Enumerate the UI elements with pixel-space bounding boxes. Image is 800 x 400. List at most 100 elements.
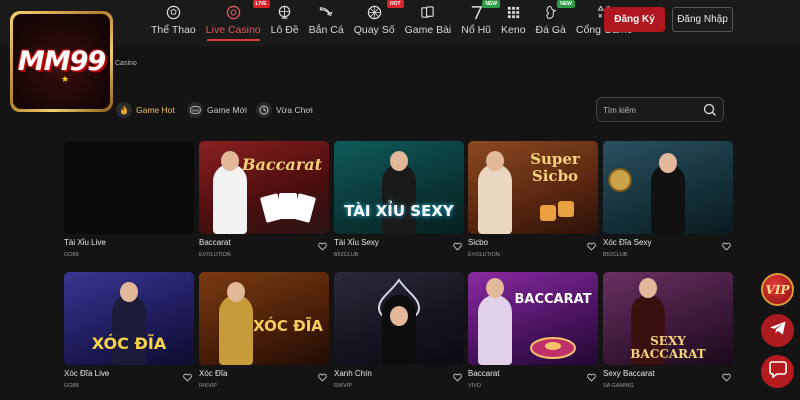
game-thumbnail[interactable]: BACCARAT: [468, 272, 598, 365]
dealer-head: [639, 278, 657, 298]
vip-label: VIP: [765, 282, 790, 297]
filter-label: Game Hot: [136, 105, 175, 115]
dealer-head: [120, 282, 138, 302]
dealer-figure: [651, 164, 685, 234]
nav-item-lo-de[interactable]: Lô Đề: [266, 0, 304, 46]
game-provider: GO88: [64, 252, 79, 258]
game-art-title: TÀI XỈU SEXY: [344, 202, 454, 220]
nav-label: Live Casino: [205, 24, 261, 36]
favorite-heart-icon[interactable]: [318, 369, 327, 382]
favorite-heart-icon[interactable]: [722, 238, 731, 251]
search-input[interactable]: [603, 102, 703, 118]
favorite-heart-icon[interactable]: [453, 369, 462, 382]
telegram-button[interactable]: [761, 314, 794, 347]
game-card[interactable]: Xóc Đĩa Sexy B52CLUB: [603, 141, 733, 258]
game-provider: RIKVIP: [199, 383, 218, 389]
game-card[interactable]: SEXY BACCARAT Sexy Baccarat SA GAMING: [603, 272, 733, 389]
game-name: Xóc Đĩa: [199, 369, 228, 378]
game-card[interactable]: TÀI XỈU SEXY Tài Xỉu Sexy B52CLUB: [334, 141, 464, 258]
casino-page: Thể Thao LIVE Live Casino Lô Đề Bắn Cá H…: [0, 0, 800, 400]
search-icon[interactable]: [703, 103, 717, 117]
breadcrumb[interactable]: Casino: [115, 60, 137, 67]
nav-item-no-hu[interactable]: NEW Nổ Hũ: [456, 0, 501, 46]
nav-label: Keno: [501, 24, 526, 36]
filter-game-moi[interactable]: new Game Mới: [183, 98, 255, 122]
game-provider: B52CLUB: [334, 252, 359, 258]
game-thumbnail[interactable]: TÀI XỈU SEXY: [334, 141, 464, 234]
game-provider: EVOLUTION: [199, 252, 231, 258]
game-card[interactable]: Xanh Chín RIKVIP: [334, 272, 464, 389]
nav-item-da-ga[interactable]: NEW Đá Gà: [531, 0, 575, 46]
nav-label: Đá Gà: [535, 24, 566, 36]
filter-game-hot[interactable]: Game Hot: [112, 98, 183, 122]
nav-label: Quay Số: [353, 24, 395, 36]
favorite-heart-icon[interactable]: [453, 238, 462, 251]
new-badge-icon: new: [187, 102, 203, 118]
dealer-head: [486, 151, 504, 171]
game-art-title: SEXY BACCARAT: [630, 334, 706, 361]
game-card[interactable]: Baccarat Baccarat EVOLUTION: [199, 141, 329, 258]
nav-label: Lô Đề: [270, 24, 299, 36]
lottery-wheel-icon: [277, 4, 293, 20]
telegram-icon: [769, 320, 787, 341]
game-art-title: Super Sicbo: [530, 150, 580, 185]
favorite-heart-icon[interactable]: [587, 369, 596, 382]
nav-item-ban-ca[interactable]: Bắn Cá: [304, 0, 349, 46]
game-thumbnail[interactable]: XÓC ĐĨA: [199, 272, 329, 365]
nav-item-keno[interactable]: Keno: [496, 0, 531, 46]
top-navigation-bar: Thể Thao LIVE Live Casino Lô Đề Bắn Cá H…: [0, 0, 800, 46]
game-thumbnail[interactable]: [64, 141, 194, 234]
nav-label: Game Bài: [404, 24, 452, 36]
soccer-ball-icon: [165, 4, 181, 20]
dealer-figure: [478, 295, 512, 365]
game-provider: B52CLUB: [603, 252, 628, 258]
game-thumbnail[interactable]: Baccarat: [199, 141, 329, 234]
favorite-heart-icon[interactable]: [183, 369, 192, 382]
game-card[interactable]: XÓC ĐĨA Xóc Đĩa Live GO88: [64, 272, 194, 389]
fish-icon: [318, 4, 334, 20]
game-card[interactable]: XÓC ĐĨA Xóc Đĩa RIKVIP: [199, 272, 329, 389]
game-name: Xóc Đĩa Sexy: [603, 238, 652, 247]
favorite-heart-icon[interactable]: [318, 238, 327, 251]
nav-item-quay-so[interactable]: HOT Quay Số: [349, 0, 404, 46]
live-chat-button[interactable]: [761, 355, 794, 388]
logo-badge: MM99 ★: [13, 14, 110, 109]
game-thumbnail[interactable]: [334, 272, 464, 365]
game-provider: EVOLUTION: [468, 252, 500, 258]
filter-vua-choi[interactable]: Vừa Chơi: [252, 98, 321, 122]
game-card[interactable]: Super Sicbo Sicbo EVOLUTION: [468, 141, 598, 258]
game-name: Sicbo: [468, 238, 489, 247]
game-thumbnail[interactable]: SEXY BACCARAT: [603, 272, 733, 365]
search-box: [596, 97, 724, 122]
game-name: Sexy Baccarat: [603, 369, 655, 378]
game-card[interactable]: BACCARAT Baccarat VIVO: [468, 272, 598, 389]
game-art-title: XÓC ĐĨA: [91, 334, 167, 353]
brand-logo[interactable]: MM99 ★: [10, 11, 113, 112]
nav-item-the-thao[interactable]: Thể Thao: [146, 0, 201, 46]
game-provider: VIVO: [468, 383, 482, 389]
game-art-title: XÓC ĐĨA: [253, 317, 323, 335]
game-provider: RIKVIP: [334, 383, 353, 389]
filter-label: Game Mới: [207, 105, 248, 115]
favorite-heart-icon[interactable]: [722, 369, 731, 382]
favorite-heart-icon[interactable]: [587, 238, 596, 251]
game-thumbnail[interactable]: XÓC ĐĨA: [64, 272, 194, 365]
login-button[interactable]: Đăng Nhập: [672, 7, 733, 32]
nav-item-live-casino[interactable]: LIVE Live Casino: [201, 0, 270, 46]
game-name: Baccarat: [468, 369, 500, 378]
game-thumbnail[interactable]: Super Sicbo: [468, 141, 598, 234]
svg-text:new: new: [191, 108, 198, 113]
register-button[interactable]: Đăng Ký: [604, 7, 665, 32]
star-icon: ★: [61, 74, 70, 84]
dealer-head: [390, 306, 408, 326]
game-card[interactable]: Tài Xỉu Live GO88: [64, 141, 194, 258]
game-art-title: Baccarat: [242, 155, 322, 174]
game-name: Xanh Chín: [334, 369, 372, 378]
vip-button[interactable]: VIP: [761, 273, 794, 306]
dealer-figure: [478, 164, 512, 234]
chat-bubble-icon: [768, 360, 787, 383]
game-thumbnail[interactable]: [603, 141, 733, 234]
main-nav: Thể Thao LIVE Live Casino Lô Đề Bắn Cá H…: [146, 0, 638, 46]
dealer-figure: [213, 164, 247, 234]
nav-item-game-bai[interactable]: Game Bài: [400, 0, 457, 46]
